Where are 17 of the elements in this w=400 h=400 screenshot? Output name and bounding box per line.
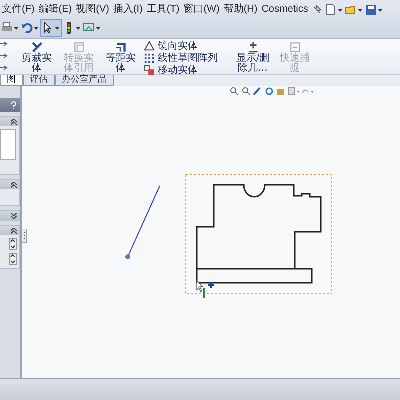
ribbon-button[interactable]: 显示/删除几... — [234, 41, 272, 74]
tab[interactable]: 办公室产品 — [55, 75, 114, 86]
menu-item[interactable]: 帮助(H) — [222, 2, 260, 18]
menu-item[interactable]: 视图(V) — [74, 2, 112, 18]
tab[interactable]: 评估 — [23, 75, 55, 86]
ribbon-button[interactable]: 线性草图阵列 — [144, 53, 218, 64]
tab[interactable]: 图 — [0, 75, 23, 86]
menu-item[interactable]: 工具(T) — [144, 2, 182, 18]
menu-item[interactable]: Cosmetics — [260, 2, 310, 18]
ribbon-button[interactable]: 镜向实体 — [144, 41, 218, 52]
menu-item[interactable]: 插入(I) — [111, 2, 145, 18]
menu-item[interactable]: 窗口(W) — [182, 2, 222, 18]
ribbon-button[interactable]: 移动实体 — [144, 65, 218, 76]
menu-item[interactable]: 编辑(E) — [36, 2, 74, 18]
ribbon-button[interactable]: 剪裁实体 — [18, 41, 56, 74]
menu-item[interactable]: 文件(F) — [0, 2, 37, 18]
ribbon-button[interactable]: 等距实体 — [102, 41, 140, 74]
